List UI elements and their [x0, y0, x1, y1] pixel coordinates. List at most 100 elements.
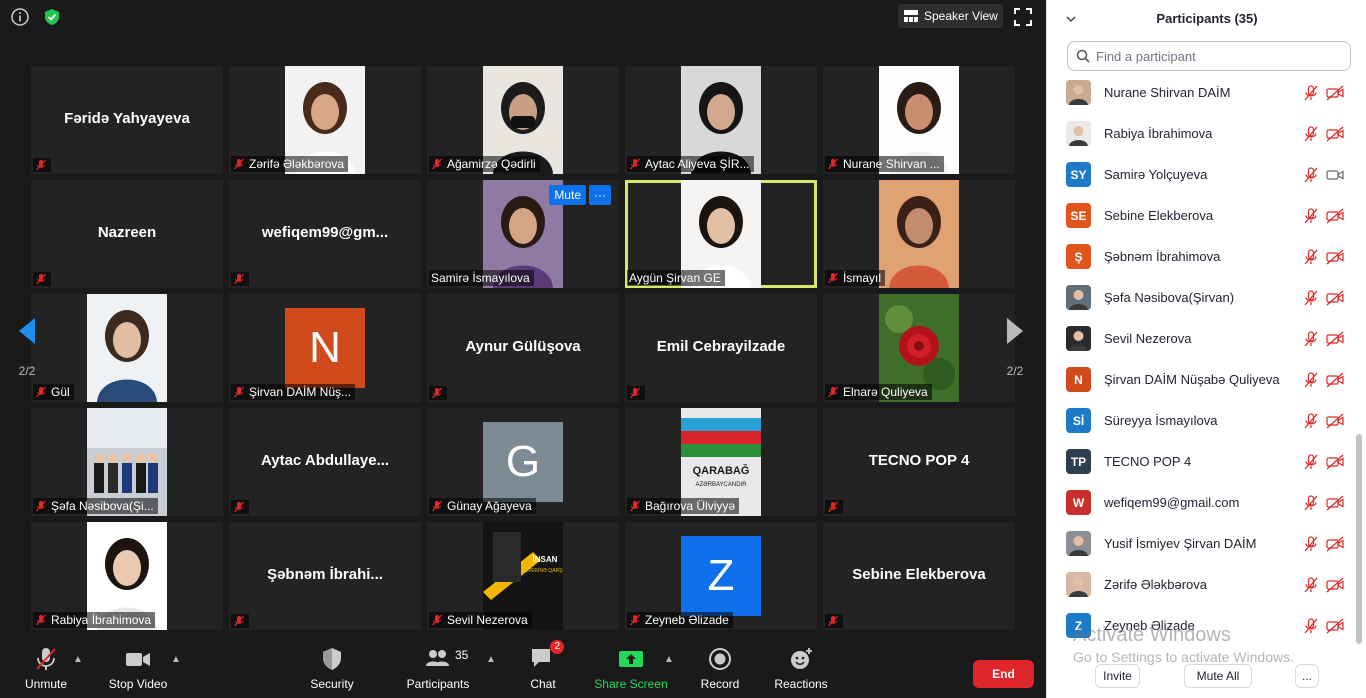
- participant-row[interactable]: SY Samirə Yolçuyeva: [1047, 154, 1353, 195]
- reactions-button[interactable]: Reactions: [761, 646, 841, 696]
- participant-list-scrollbar[interactable]: [1356, 72, 1363, 648]
- more-options-button[interactable]: ...: [1295, 664, 1319, 688]
- microphone-muted-icon: [1303, 330, 1319, 347]
- mute-all-button[interactable]: Mute All: [1184, 664, 1252, 688]
- next-page-button[interactable]: 2/2: [1000, 302, 1030, 392]
- participant-row[interactable]: Nurane Shirvan DAİM: [1047, 72, 1353, 113]
- participant-video-image: [87, 294, 167, 402]
- video-tile[interactable]: Aygün Şirvan GE: [625, 180, 817, 288]
- microphone-muted-icon: [431, 500, 443, 512]
- participant-row[interactable]: Şəfa Nəsibova(Şirvan): [1047, 277, 1353, 318]
- audio-options-chevron-icon[interactable]: ▲: [73, 654, 83, 665]
- participant-name: Şəbnəm İbrahimova: [1104, 249, 1221, 264]
- chat-button[interactable]: 2 Chat: [503, 640, 583, 696]
- meeting-info-icon[interactable]: [9, 6, 31, 28]
- share-screen-button[interactable]: Share Screen: [591, 646, 671, 696]
- video-tile[interactable]: Z Zeyneb Əlizade: [625, 522, 817, 630]
- video-tile[interactable]: Samirə İsmayılova Mute ···: [427, 180, 619, 288]
- participants-panel: Participants (35) Nurane Shirvan DAİM Rab…: [1046, 0, 1366, 698]
- video-tile[interactable]: Aytac Abdullaye...: [229, 408, 421, 516]
- video-tile[interactable]: QARABAĞ AZƏRBAYCANDIR Bağırova Ülviyyə: [625, 408, 817, 516]
- tile-name-label: Şirvan DAİM Nüş...: [231, 384, 356, 400]
- tile-mute-button[interactable]: Mute: [549, 185, 586, 205]
- participant-name-display: Şəbnəm İbrahi...: [267, 566, 383, 583]
- participant-name: Sebine Elekberova: [1104, 208, 1214, 223]
- participant-row[interactable]: Yusif İsmiyev Şirvan DAİM: [1047, 523, 1353, 564]
- video-camera-off-icon: [1326, 331, 1344, 347]
- video-tile[interactable]: Aynur Gülüşova: [427, 294, 619, 402]
- encryption-shield-icon[interactable]: [41, 6, 63, 28]
- participant-name: wefiqem99@gmail.com: [1104, 495, 1240, 510]
- participant-name: Zərifə Ələkbərova: [1104, 577, 1207, 592]
- video-tile[interactable]: Aytac Aliyeva ŞİR...: [625, 66, 817, 174]
- tile-name-label: İsmayıl: [825, 270, 886, 286]
- tile-name-label: [231, 500, 249, 514]
- video-tile[interactable]: Ağamirzə Qədirli: [427, 66, 619, 174]
- participants-label: Participants: [406, 677, 470, 691]
- participant-row[interactable]: Wwefiqem99@gmail.com: [1047, 482, 1353, 523]
- video-tile[interactable]: Fəridə Yahyayeva: [31, 66, 223, 174]
- participant-row[interactable]: TP TECNO POP 4: [1047, 441, 1353, 482]
- stop-video-button[interactable]: Stop Video: [98, 646, 178, 696]
- video-tile[interactable]: Elnarə Quliyeva: [823, 294, 1015, 402]
- participants-button[interactable]: 35 Participants: [398, 646, 478, 696]
- video-tile[interactable]: G Günay Ağayeva: [427, 408, 619, 516]
- participant-avatar: SE: [1066, 203, 1091, 228]
- participant-row[interactable]: Ş Şəbnəm İbrahimova: [1047, 236, 1353, 277]
- video-tile[interactable]: Nazreen: [31, 180, 223, 288]
- video-tile[interactable]: wefiqem99@gm...: [229, 180, 421, 288]
- participant-row[interactable]: Sİ Süreyya İsmayılova: [1047, 400, 1353, 441]
- participant-row[interactable]: SE Sebine Elekberova: [1047, 195, 1353, 236]
- tile-name-label: Sevil Nezerova: [429, 612, 532, 628]
- participant-row[interactable]: N Şirvan DAİM Nüşabə Quliyeva: [1047, 359, 1353, 400]
- participant-name-display: Sebine Elekberova: [852, 566, 986, 583]
- security-button[interactable]: Security: [292, 646, 372, 696]
- record-button[interactable]: Record: [680, 646, 760, 696]
- invite-button[interactable]: Invite: [1095, 664, 1140, 688]
- tile-more-options-button[interactable]: ···: [589, 185, 611, 205]
- video-options-chevron-icon[interactable]: ▲: [171, 654, 181, 665]
- tile-participant-name: Nurane Shirvan ...: [843, 157, 940, 171]
- share-options-chevron-icon[interactable]: ▲: [664, 654, 674, 665]
- record-label: Record: [700, 677, 740, 691]
- video-tile[interactable]: Nurane Shirvan ...: [823, 66, 1015, 174]
- participants-options-chevron-icon[interactable]: ▲: [486, 654, 496, 665]
- participant-avatar: [1066, 121, 1091, 146]
- video-tile[interactable]: Gül: [31, 294, 223, 402]
- video-tile[interactable]: İNSAN ALVERİNƏ QARŞI Sevil Nezerova: [427, 522, 619, 630]
- video-tile[interactable]: Rabiya İbrahimova: [31, 522, 223, 630]
- participant-row[interactable]: Zərifə Ələkbərova: [1047, 564, 1353, 605]
- grid-icon: [904, 10, 918, 22]
- microphone-muted-icon: [1303, 166, 1319, 183]
- video-tile[interactable]: Emil Cebrayilzade: [625, 294, 817, 402]
- tile-name-label: Aygün Şirvan GE: [627, 270, 725, 286]
- tile-name-label: Şəfa Nəsibova(Şi...: [33, 498, 158, 514]
- participant-row[interactable]: Rabiya İbrahimova: [1047, 113, 1353, 154]
- video-tile[interactable]: Sebine Elekberova: [823, 522, 1015, 630]
- participant-avatar: N: [1066, 367, 1091, 392]
- svg-text:QARABAĞ: QARABAĞ: [693, 464, 750, 477]
- chat-unread-badge: 2: [550, 640, 564, 654]
- tile-participant-name: Ağamirzə Qədirli: [447, 157, 536, 171]
- video-tile[interactable]: N Şirvan DAİM Nüş...: [229, 294, 421, 402]
- scrollbar-thumb[interactable]: [1356, 434, 1362, 644]
- participant-name: Şəfa Nəsibova(Şirvan): [1104, 290, 1235, 305]
- video-camera-off-icon: [1326, 618, 1344, 634]
- participant-name: Yusif İsmiyev Şirvan DAİM: [1104, 536, 1257, 551]
- tile-name-label: Samirə İsmayılova: [429, 270, 534, 286]
- tile-participant-name: Aygün Şirvan GE: [629, 271, 721, 285]
- participant-row[interactable]: Z Zeyneb Əlizade: [1047, 605, 1353, 638]
- search-input[interactable]: [1096, 48, 1336, 64]
- speaker-view-button[interactable]: Speaker View: [898, 4, 1003, 28]
- video-tile[interactable]: Şəbnəm İbrahi...: [229, 522, 421, 630]
- previous-page-button[interactable]: 2/2: [12, 302, 42, 392]
- video-tile[interactable]: İsmayıl: [823, 180, 1015, 288]
- end-meeting-button[interactable]: End: [973, 660, 1034, 688]
- tile-participant-name: Şəfa Nəsibova(Şi...: [51, 499, 154, 513]
- participant-row[interactable]: Sevil Nezerova: [1047, 318, 1353, 359]
- fullscreen-icon[interactable]: [1014, 8, 1034, 28]
- video-tile[interactable]: Şəfa Nəsibova(Şi...: [31, 408, 223, 516]
- video-tile[interactable]: TECNO POP 4: [823, 408, 1015, 516]
- microphone-muted-icon: [233, 273, 245, 285]
- video-tile[interactable]: Zərifə Ələkbərova: [229, 66, 421, 174]
